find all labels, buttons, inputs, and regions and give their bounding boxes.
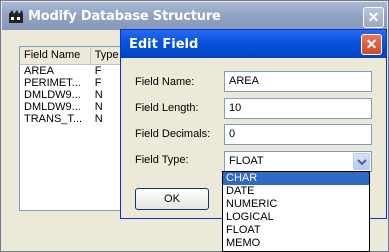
field-list[interactable]: Field Name Type AREA F PERIMET... F DMLD… [19, 46, 131, 211]
field-decimals-input[interactable]: 0 [224, 124, 372, 145]
outer-close-button[interactable]: ✕ [363, 7, 384, 28]
field-name-cell: DMLDW9... [24, 89, 81, 101]
ok-button[interactable]: OK [135, 188, 209, 210]
column-header-field-name[interactable]: Field Name [20, 47, 91, 64]
dialog-title: Edit Field [129, 37, 199, 52]
field-type-dropdown-list[interactable]: CHAR DATE NUMERIC LOGICAL FLOAT MEMO [222, 171, 370, 252]
dropdown-option-logical[interactable]: LOGICAL [223, 211, 369, 224]
field-length-input[interactable]: 10 [224, 98, 372, 119]
dropdown-option-numeric[interactable]: NUMERIC [223, 198, 369, 211]
dropdown-option-char[interactable]: CHAR [223, 172, 369, 185]
dialog-title-bar[interactable]: Edit Field ✕ [121, 30, 386, 58]
dropdown-option-memo[interactable]: MEMO [223, 237, 369, 250]
field-name-cell: TRANS_T... [24, 113, 83, 125]
field-row[interactable]: PERIMET... F [20, 77, 130, 89]
field-name-cell: DMLDW9... [24, 101, 81, 113]
outer-window-title: Modify Database Structure [28, 9, 221, 24]
field-row[interactable]: TRANS_T... N [20, 113, 130, 125]
field-row[interactable]: DMLDW9... N [20, 89, 130, 101]
outer-title-bar[interactable]: Modify Database Structure ✕ [2, 2, 387, 30]
field-type-label: Field Type: [135, 154, 189, 166]
field-type-value: FLOAT [229, 155, 264, 167]
field-length-label: Field Length: [135, 102, 199, 114]
chevron-down-icon [357, 159, 367, 166]
field-type-select[interactable]: FLOAT [224, 151, 372, 172]
field-name-input[interactable]: AREA [224, 71, 372, 92]
field-name-cell: PERIMET... [24, 77, 81, 89]
dropdown-option-date[interactable]: DATE [223, 185, 369, 198]
dropdown-option-float[interactable]: FLOAT [223, 224, 369, 237]
field-name-cell: AREA [24, 65, 54, 77]
dropdown-button[interactable] [353, 153, 370, 170]
field-list-header: Field Name Type [20, 47, 130, 65]
field-decimals-label: Field Decimals: [135, 128, 211, 140]
field-row[interactable]: AREA F [20, 65, 130, 77]
dialog-close-button[interactable]: ✕ [361, 34, 382, 55]
app-icon [8, 8, 24, 24]
field-name-label: Field Name: [135, 76, 195, 88]
field-row[interactable]: DMLDW9... N [20, 101, 130, 113]
